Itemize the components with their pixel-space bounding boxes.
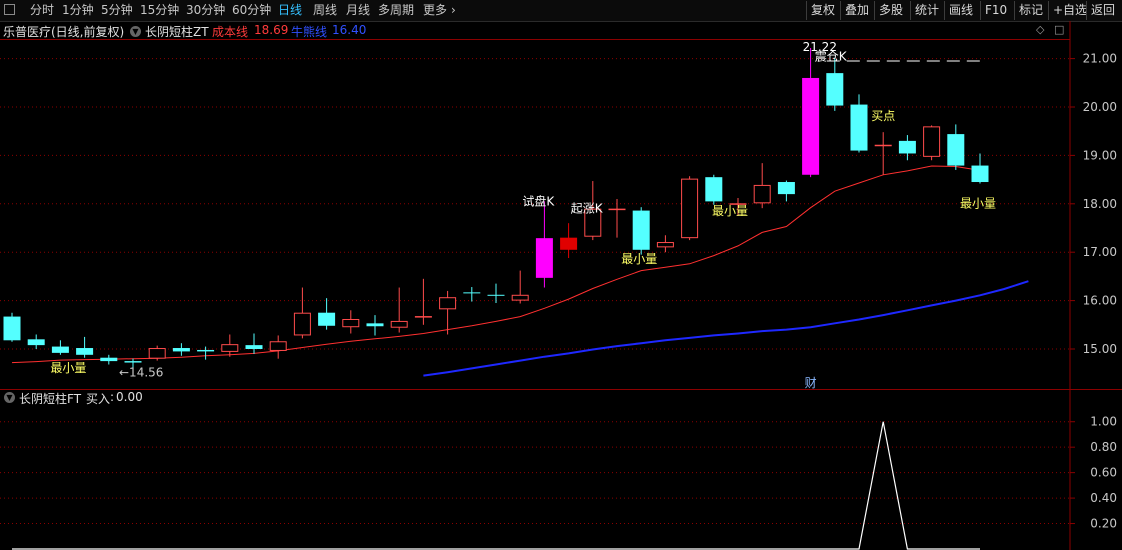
sub-y-tick-label-1: 0.80	[1090, 440, 1117, 454]
sub-y-tick-label-4: 0.20	[1090, 517, 1117, 531]
candle-body	[511, 294, 529, 301]
candle-body	[390, 320, 408, 328]
candle-body	[439, 297, 457, 310]
candle-body	[802, 77, 820, 175]
candle-body	[850, 104, 868, 151]
candle-body	[705, 177, 723, 202]
sub-y-tick-label-3: 0.40	[1090, 491, 1117, 505]
candle-body	[463, 292, 481, 294]
chart-annotation: 最小量	[621, 252, 657, 266]
chart-annotation: ←14.56	[119, 365, 163, 379]
candle-body	[221, 344, 239, 352]
candle-body	[608, 208, 626, 211]
candle-body	[51, 346, 69, 353]
y-tick-label-4: 17.00	[1083, 245, 1117, 259]
chart-annotation: 买点	[871, 109, 895, 123]
chart-annotation: 震仓K	[815, 50, 848, 64]
sub-y-tick-label-0: 1.00	[1090, 415, 1117, 429]
candle-body	[269, 341, 287, 351]
candle-body	[923, 126, 941, 157]
candle-body	[874, 144, 892, 147]
y-tick-label-1: 20.00	[1083, 100, 1117, 114]
candle-body	[656, 242, 674, 248]
y-tick-label-3: 18.00	[1083, 197, 1117, 211]
candle-body	[632, 210, 650, 250]
candle-body	[826, 73, 844, 106]
chart-annotation: 最小量	[712, 204, 748, 218]
chart-annotation: 财	[805, 376, 817, 390]
candle-body	[172, 348, 190, 352]
y-tick-label-0: 21.00	[1083, 52, 1117, 66]
candle-body	[318, 312, 336, 326]
y-tick-label-2: 19.00	[1083, 148, 1117, 162]
chart-annotation: 最小量	[960, 196, 996, 210]
candle-body	[681, 178, 699, 239]
candle-body	[487, 294, 505, 296]
y-tick-label-5: 16.00	[1083, 294, 1117, 308]
sub-y-tick-label-2: 0.60	[1090, 466, 1117, 480]
cost-line	[11, 165, 981, 364]
candle-body	[27, 339, 45, 346]
candle-body	[293, 312, 311, 336]
candle-body	[124, 361, 142, 363]
candle-body	[535, 238, 553, 278]
y-tick-label-6: 15.00	[1083, 342, 1117, 356]
candle-body	[197, 349, 215, 352]
candle-body	[777, 182, 795, 195]
candle-body	[100, 357, 118, 362]
buy-signal-line	[12, 421, 980, 550]
candle-body	[342, 318, 360, 328]
candle-body	[414, 316, 432, 318]
candle-body	[971, 165, 989, 183]
candle-body	[947, 134, 965, 166]
candle-body	[366, 323, 384, 327]
kline-chart[interactable]: 21.00 20.00 19.00 18.00 17.00 16.00 15.00 最小量 ←1…	[0, 0, 1122, 550]
candle-body	[753, 184, 771, 204]
chart-annotation: 最小量	[50, 361, 86, 375]
candle-body	[148, 348, 166, 359]
candle-body	[245, 345, 263, 349]
candle-body	[898, 140, 916, 154]
chart-annotation: 试盘K	[522, 193, 555, 208]
candle-body	[76, 348, 94, 355]
chart-annotation: 起涨K	[571, 201, 604, 216]
candle-body	[3, 316, 21, 341]
candle-body	[560, 237, 578, 250]
